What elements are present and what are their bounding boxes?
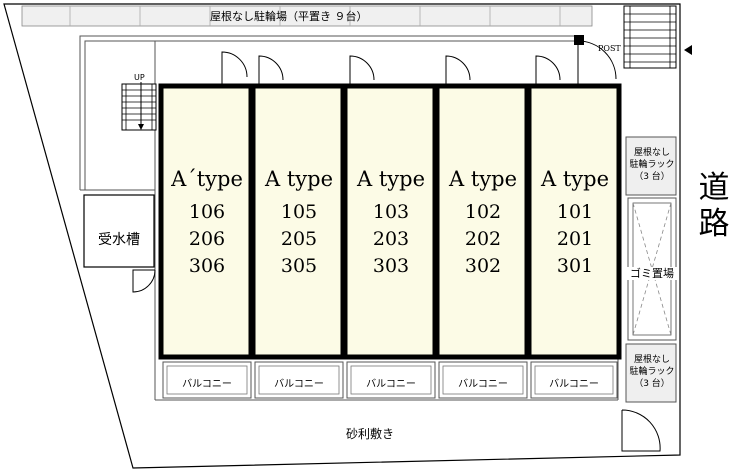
unit-room-numbers: 106 206 306 bbox=[164, 199, 250, 280]
room-number: 201 bbox=[556, 228, 594, 250]
balcony-label: バルコニー bbox=[458, 379, 508, 390]
unit-type-label: A type bbox=[264, 167, 333, 191]
room-number: 105 bbox=[280, 201, 318, 223]
stairs-right bbox=[623, 5, 677, 69]
rack-upper-line-2: 駐輪ラック bbox=[629, 160, 675, 170]
unit-type-label: A type bbox=[356, 167, 425, 191]
unit-type-label: A´type bbox=[171, 167, 243, 191]
road-char-1: 道 bbox=[698, 170, 730, 206]
rack-upper-line-1: 屋根なし bbox=[633, 148, 670, 158]
up-label: UP bbox=[134, 73, 145, 82]
room-number: 306 bbox=[188, 255, 226, 277]
room-number: 206 bbox=[188, 228, 226, 250]
bike-rack-lower-label: 屋根なし 駐輪ラック （3 台） bbox=[626, 354, 678, 390]
gravel-label: 砂利敷き bbox=[346, 427, 395, 441]
rack-upper-line-3: （3 台） bbox=[634, 172, 670, 182]
room-number: 203 bbox=[372, 228, 410, 250]
room-number: 202 bbox=[464, 228, 502, 250]
room-number: 303 bbox=[372, 255, 410, 277]
rack-lower-line-3: （3 台） bbox=[634, 379, 670, 389]
room-number: 102 bbox=[464, 201, 502, 223]
rack-lower-line-2: 駐輪ラック bbox=[629, 367, 675, 377]
room-number: 302 bbox=[464, 255, 502, 277]
room-number: 103 bbox=[372, 201, 410, 223]
garbage-label: ゴミ置場 bbox=[626, 267, 678, 280]
road-char-2: 路 bbox=[698, 206, 730, 242]
room-number: 205 bbox=[280, 228, 318, 250]
road-label: 道 路 bbox=[694, 170, 732, 242]
unit-type-label: A type bbox=[540, 167, 609, 191]
stairs-left bbox=[121, 83, 157, 131]
post-box bbox=[574, 35, 584, 45]
bike-parking-label: 屋根なし駐輪場（平置き ９台） bbox=[210, 10, 368, 23]
bike-rack-upper-label: 屋根なし 駐輪ラック （3 台） bbox=[626, 147, 678, 183]
room-number: 305 bbox=[280, 255, 318, 277]
balcony-label: バルコニー bbox=[549, 379, 599, 390]
entrance-arrow bbox=[684, 45, 692, 55]
room-number: 101 bbox=[556, 201, 594, 223]
balcony-label: バルコニー bbox=[274, 379, 324, 390]
unit-type-label: A type bbox=[448, 167, 517, 191]
unit-room-numbers: 103 203 303 bbox=[348, 199, 434, 280]
water-tank-label: 受水槽 bbox=[98, 232, 140, 248]
room-number: 301 bbox=[556, 255, 594, 277]
unit-room-numbers: 105 205 305 bbox=[256, 199, 342, 280]
room-number: 106 bbox=[188, 201, 226, 223]
rack-lower-line-1: 屋根なし bbox=[633, 355, 670, 365]
balcony-label: バルコニー bbox=[182, 379, 232, 390]
balcony-label: バルコニー bbox=[366, 379, 416, 390]
unit-room-numbers: 102 202 302 bbox=[440, 199, 526, 280]
unit-room-numbers: 101 201 301 bbox=[532, 199, 618, 280]
post-label: POST bbox=[598, 44, 621, 53]
